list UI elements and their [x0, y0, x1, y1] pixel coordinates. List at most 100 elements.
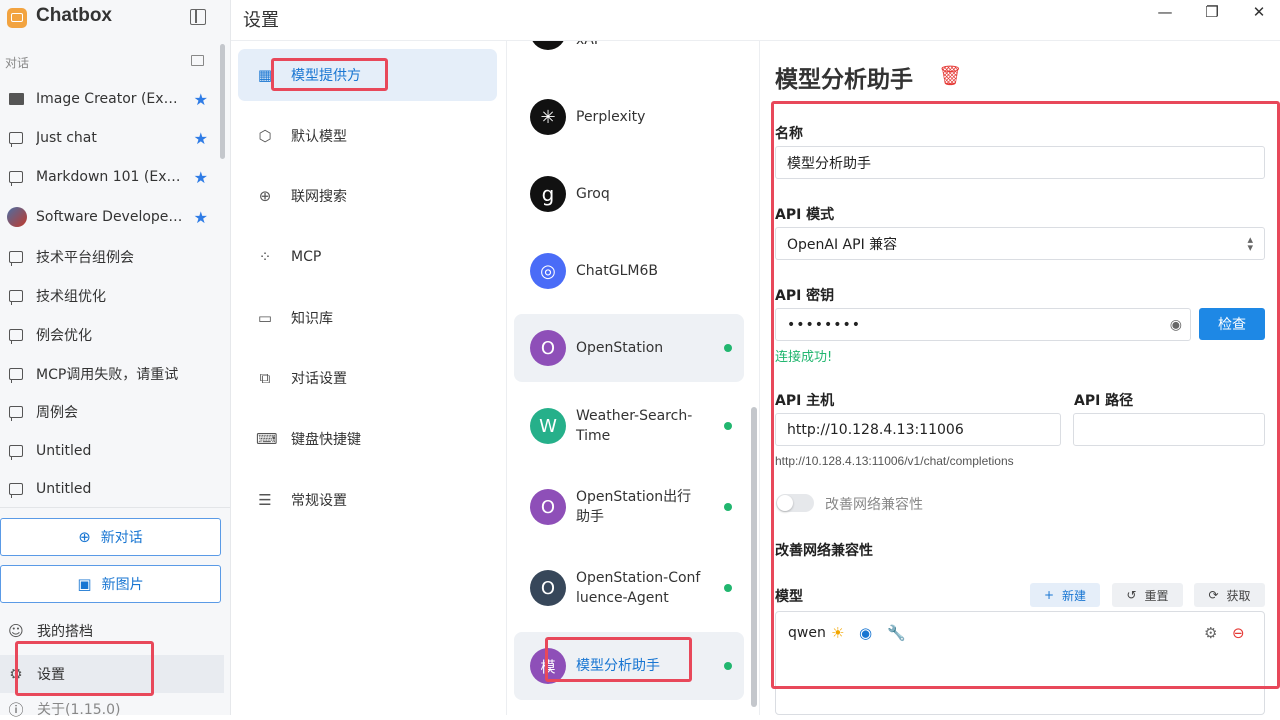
- trash-icon[interactable]: 🗑: [938, 64, 962, 87]
- eye-icon[interactable]: ◉: [1170, 317, 1182, 333]
- new-image-button[interactable]: ▣ 新图片: [0, 565, 221, 603]
- reset-icon: ↺: [1126, 588, 1137, 602]
- model-settings-gear-icon[interactable]: ⚙: [1204, 624, 1217, 642]
- settings-nav-providers[interactable]: ▦ 模型提供方: [238, 49, 497, 101]
- provider-name: 模型分析助手: [576, 658, 660, 674]
- conversation-label: Just chat: [36, 130, 97, 146]
- settings-nav-label: 联网搜索: [291, 189, 347, 205]
- settings-nav-web-search[interactable]: ⊕ 联网搜索: [238, 170, 497, 222]
- conversation-item[interactable]: 技术组优化: [0, 278, 222, 314]
- api-host-input[interactable]: http://10.128.4.13:11006: [775, 413, 1061, 446]
- maximize-icon[interactable]: ❐: [1202, 3, 1222, 23]
- check-button[interactable]: 检查: [1199, 308, 1265, 340]
- conversation-item[interactable]: Just chat ★: [0, 120, 222, 156]
- provider-item[interactable]: ◎ ChatGLM6B: [514, 237, 744, 305]
- api-key-input[interactable]: •••••••• ◉: [775, 308, 1191, 341]
- sidebar: Chatbox 对话 Image Creator (Exa… ★ Just ch…: [0, 0, 231, 719]
- reset-models-button[interactable]: ↺ 重置: [1112, 583, 1183, 607]
- image-icon: [9, 93, 24, 105]
- settings-nav-mcp[interactable]: ⁘ MCP: [238, 231, 497, 283]
- chat-bubble-icon: [9, 483, 23, 498]
- collapse-sidebar-icon[interactable]: [190, 9, 206, 25]
- about-label: 关于(1.15.0): [37, 702, 121, 718]
- my-copilots-item[interactable]: ☺ 我的搭档: [0, 612, 224, 650]
- star-icon[interactable]: ★: [194, 208, 208, 227]
- conversation-item[interactable]: 技术平台组例会: [0, 239, 222, 275]
- status-dot: [724, 344, 732, 352]
- provider-item[interactable]: O OpenStation-Confluence-Agent: [514, 554, 744, 622]
- provider-avatar: W: [530, 408, 566, 444]
- name-label: 名称: [775, 126, 803, 142]
- api-mode-select[interactable]: OpenAI API 兼容 ▴ ▾: [775, 227, 1265, 260]
- cube-icon: ⬡: [258, 127, 272, 145]
- archive-icon[interactable]: [191, 55, 204, 66]
- status-dot: [724, 422, 732, 430]
- chat-bubble-icon: [9, 290, 23, 305]
- about-item[interactable]: ⓘ 关于(1.15.0): [0, 699, 224, 719]
- conversation-item[interactable]: Untitled: [0, 471, 222, 507]
- settings-item[interactable]: ⚙ 设置: [0, 655, 224, 693]
- settings-title: 设置: [243, 10, 279, 31]
- settings-nav-label: 默认模型: [291, 129, 347, 145]
- conversation-item[interactable]: Markdown 101 (Exa… ★: [0, 159, 222, 195]
- conversation-item[interactable]: Image Creator (Exa… ★: [0, 81, 222, 117]
- reset-models-label: 重置: [1144, 588, 1169, 603]
- provider-item[interactable]: 模 模型分析助手: [514, 632, 744, 700]
- api-mode-label: API 模式: [775, 207, 835, 223]
- settings-nav-label: 常规设置: [291, 493, 347, 509]
- remove-model-icon[interactable]: ⊖: [1232, 624, 1245, 642]
- minimize-icon[interactable]: —: [1155, 3, 1175, 23]
- provider-item[interactable]: ✳ Perplexity: [514, 83, 744, 151]
- conversation-label: Software Developer …: [36, 209, 184, 225]
- close-icon[interactable]: ✕: [1249, 3, 1269, 23]
- name-input[interactable]: 模型分析助手: [775, 146, 1265, 179]
- eye-capability-icon: ◉: [859, 624, 873, 642]
- fetch-models-button[interactable]: ⟳ 获取: [1194, 583, 1265, 607]
- provider-item[interactable]: O OpenStation: [514, 314, 744, 382]
- robot-icon: ☺: [8, 622, 24, 640]
- star-icon[interactable]: ★: [194, 90, 208, 109]
- settings-nav-keyboard-shortcuts[interactable]: ⌨ 键盘快捷键: [238, 413, 497, 465]
- api-path-input[interactable]: [1073, 413, 1265, 446]
- provider-list-scrollbar[interactable]: [751, 407, 757, 707]
- provider-item[interactable]: O OpenStation出行助手: [514, 473, 744, 541]
- plus-circle-icon: ⊕: [78, 528, 91, 546]
- conversation-item[interactable]: MCP调用失败，请重试: [0, 356, 222, 392]
- keyboard-icon: ⌨: [256, 430, 278, 448]
- settings-nav-knowledge-base[interactable]: ▭ 知识库: [238, 292, 497, 344]
- settings-nav-default-model[interactable]: ⬡ 默认模型: [238, 110, 497, 162]
- my-copilots-label: 我的搭档: [37, 624, 93, 640]
- settings-label: 设置: [37, 667, 65, 683]
- conversation-label: Image Creator (Exa…: [36, 91, 184, 107]
- mcp-icon: ⁘: [258, 248, 272, 266]
- star-icon[interactable]: ★: [194, 168, 208, 187]
- endpoint-hint: http://10.128.4.13:11006/v1/chat/complet…: [775, 454, 1014, 468]
- settings-nav-general[interactable]: ☰ 常规设置: [238, 474, 497, 526]
- lightbulb-icon: ☀: [831, 624, 845, 642]
- new-chat-button[interactable]: ⊕ 新对话: [0, 518, 221, 556]
- provider-name: Groq: [576, 186, 610, 202]
- refresh-icon: ⟳: [1208, 588, 1219, 602]
- api-key-label: API 密钥: [775, 288, 835, 304]
- provider-avatar: O: [530, 489, 566, 525]
- conversation-label: Markdown 101 (Exa…: [36, 169, 184, 185]
- divider: [0, 507, 230, 508]
- settings-nav-chat-settings[interactable]: ⧉ 对话设置: [238, 352, 497, 404]
- conversation-item[interactable]: Software Developer … ★: [0, 199, 222, 235]
- provider-item[interactable]: g Groq: [514, 160, 744, 228]
- chat-bubble-icon: [9, 368, 23, 383]
- status-dot: [724, 584, 732, 592]
- conversation-item[interactable]: 周例会: [0, 394, 222, 430]
- name-value: 模型分析助手: [787, 155, 871, 172]
- network-compat-toggle[interactable]: [776, 494, 814, 512]
- conversation-item[interactable]: Untitled: [0, 433, 222, 469]
- conversation-item[interactable]: 例会优化: [0, 317, 222, 353]
- provider-name: Perplexity: [576, 109, 646, 125]
- conversation-label: 周例会: [36, 405, 78, 421]
- new-model-button[interactable]: + 新建: [1030, 583, 1100, 607]
- avatar-icon: [7, 207, 27, 227]
- provider-item[interactable]: W Weather-Search-Time: [514, 392, 744, 460]
- star-icon[interactable]: ★: [194, 129, 208, 148]
- panel-title: 模型分析助手: [775, 67, 913, 93]
- settings-nav-label: 对话设置: [291, 371, 347, 387]
